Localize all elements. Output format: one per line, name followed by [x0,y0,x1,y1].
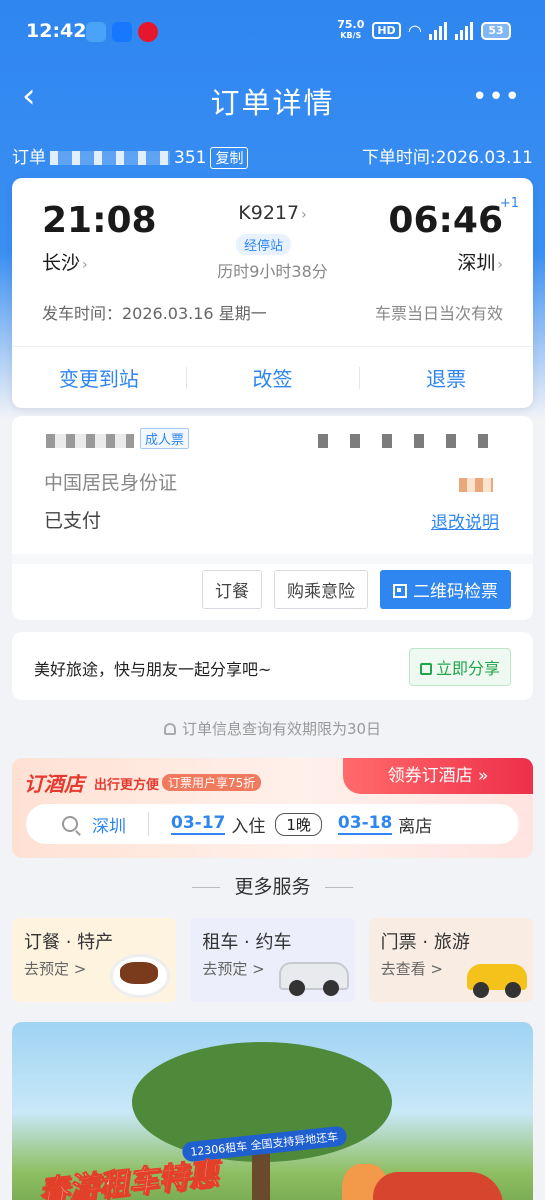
service-link: 去预定 > [24,960,87,978]
more-services-title: 更多服务 [0,872,545,899]
depart-date: 发车时间：2026.03.16 星期一 [42,304,267,323]
ticket-type-badge: 成人票 [140,428,190,449]
service-car-rental[interactable]: 租车 · 约车 去预定 > [190,918,355,1002]
battery-icon: 53 [481,21,511,40]
search-icon [62,816,78,832]
passenger-name-masked [46,434,134,448]
checkout-label: 离店 [398,816,433,837]
alipay-notification-icon [112,22,132,42]
status-app-icons [86,22,158,42]
bell-icon [163,723,176,735]
yellow-car-icon [466,964,527,998]
share-icon [419,663,432,675]
refund-rules-link[interactable]: 退改说明 [431,508,499,533]
reschedule-button[interactable]: 改签 [185,363,360,392]
qr-checkin-button[interactable]: 二维码检票 [380,570,511,609]
share-text: 美好旅途，快与朋友一起分享吧~ [34,660,272,679]
hd-icon: HD [372,22,401,39]
service-title: 租车 · 约车 [202,932,292,953]
food-plate-icon [110,954,171,998]
hotel-city[interactable]: 深圳 [92,812,126,837]
pay-status: 已支付 [44,510,102,532]
car-icon [278,962,349,996]
checkout-date[interactable]: 03-18 [337,813,393,835]
chevron-right-icon: › [497,257,503,273]
divider [12,554,533,564]
signal-icon [429,21,447,40]
hotel-search-bar[interactable]: 深圳 03-17 入住 1晚 03-18 离店 [26,804,519,844]
page-title: 订单详情 [210,86,335,120]
chevron-right-icon: › [301,207,307,223]
order-number-mask [50,151,170,165]
service-link: 去预定 > [202,960,265,978]
status-time: 12:42 [26,20,87,42]
weibo-notification-icon [138,22,158,42]
wifi-icon: ◠ [408,21,421,40]
nights-badge: 1晚 [275,812,322,836]
copy-button[interactable]: 复制 [210,147,249,169]
status-bar: 12:42 75.0 KB/S HD ◠ 53 [0,0,545,64]
order-info-row: 订单 351 复制 下单时间:2026.03.11 [12,140,533,169]
order-time: 下单时间:2026.03.11 [361,148,533,168]
car-rental-banner[interactable]: 12306租车 全国支持异地还车 春游租车特惠 [12,1022,533,1200]
arrive-time: 06:46 [388,200,503,241]
service-tickets-travel[interactable]: 门票 · 旅游 去查看 > [368,918,533,1002]
hotel-discount-badge: 订票用户享75折 [162,774,262,791]
seat-info-masked [318,434,508,448]
nav-header: ‹ 订单详情 ••• [0,64,545,130]
service-title: 订餐 · 特产 [24,932,114,953]
order-number: 订单 351 复制 [12,143,249,169]
service-link: 去查看 > [380,960,443,978]
price-masked [459,478,493,492]
arrive-station[interactable]: 深圳 › [457,248,503,275]
red-car-illustration [373,1172,503,1200]
ticket-valid-note: 车票当日当次有效 [374,304,503,323]
trip-card: 21:08 K9217 › 06:46 +1 长沙 › 经停站 历时9小时38分 深… [12,178,533,408]
trip-duration: 历时9小时38分 [217,262,328,281]
net-speed: 75.0 KB/S [337,18,365,40]
trip-actions: 变更到站 改签 退票 [12,346,533,408]
status-indicators: 75.0 KB/S HD ◠ 53 [337,18,511,41]
hotel-booking-card[interactable]: 订酒店 出行更方便 订票用户享75折 领券订酒店 » 深圳 03-17 入住 1… [12,758,533,858]
checkin-date[interactable]: 03-17 [171,813,226,835]
hotel-coupon-button[interactable]: 领券订酒店 » [343,758,533,794]
share-button[interactable]: 立即分享 [408,648,511,686]
banner-title: 春游租车特惠 [37,1156,221,1200]
id-type: 中国居民身份证 [44,472,178,494]
signal-icon-2 [455,21,473,40]
plus-day-badge: +1 [499,196,519,211]
hotel-logo: 订酒店 [24,772,84,796]
service-meal-specialty[interactable]: 订餐 · 特产 去预定 > [12,918,177,1002]
order-meal-button[interactable]: 订餐 [202,570,262,609]
validity-notice: 订单信息查询有效期限为30日 [0,718,545,739]
share-card: 美好旅途，快与朋友一起分享吧~ 立即分享 [12,632,533,700]
change-destination-button[interactable]: 变更到站 [12,363,186,392]
checkin-label: 入住 [231,816,266,837]
refund-button[interactable]: 退票 [359,363,533,392]
passenger-card: 成人票 中国居民身份证 已支付 退改说明 订餐 购乘意险 二维码检票 [12,416,533,620]
hotel-slogan: 出行更方便 [94,778,160,793]
buy-insurance-button[interactable]: 购乘意险 [274,570,368,609]
passenger-actions: 订餐 购乘意险 二维码检票 [202,570,511,609]
qr-code-icon [393,584,407,598]
app-notification-icon [86,22,106,42]
more-dots-icon[interactable]: ••• [472,82,521,112]
services-row: 订餐 · 特产 去预定 > 租车 · 约车 去预定 > 门票 · 旅游 去查看 … [12,918,533,1002]
separator [148,812,149,836]
stops-button[interactable]: 经停站 [236,234,292,255]
service-title: 门票 · 旅游 [380,932,470,953]
